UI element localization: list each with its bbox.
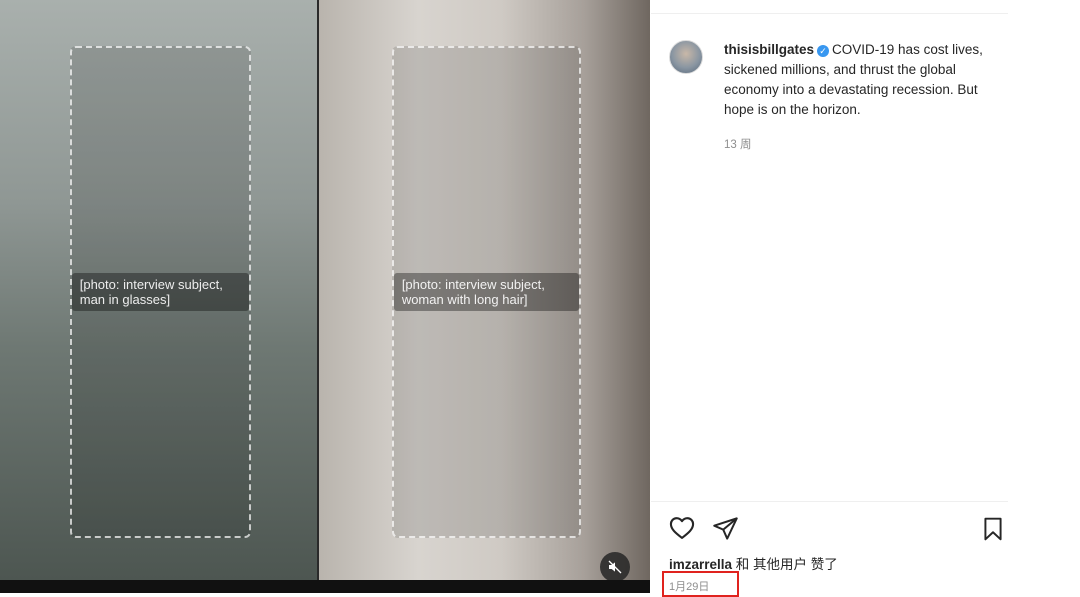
header-divider bbox=[651, 13, 1008, 14]
video-bottom-strip bbox=[0, 580, 650, 593]
video-right-panel: [photo: interview subject, woman with lo… bbox=[319, 0, 650, 580]
speaker-muted-icon bbox=[608, 560, 622, 574]
post-time-ago[interactable]: 13 周 bbox=[724, 136, 752, 152]
heart-icon[interactable] bbox=[668, 514, 696, 542]
post-video[interactable]: [photo: interview subject, man in glasse… bbox=[0, 0, 650, 580]
bookmark-icon[interactable] bbox=[980, 515, 1006, 543]
post-sidebar: thisisbillgates ✓ COVID-19 has cost lives,… bbox=[651, 0, 1008, 597]
left-subject-placeholder: [photo: interview subject, man in glasse… bbox=[69, 46, 252, 538]
username-link[interactable]: thisisbillgates bbox=[724, 42, 814, 57]
right-subject-placeholder: [photo: interview subject, woman with lo… bbox=[391, 46, 582, 538]
send-icon[interactable] bbox=[712, 515, 739, 542]
page-margin bbox=[1008, 0, 1080, 593]
likes-summary-text[interactable]: 和 其他用户 赞了 bbox=[732, 557, 838, 572]
post-date[interactable]: 1月29日 bbox=[669, 578, 709, 594]
likes-summary: imzarrella 和 其他用户 赞了 bbox=[669, 553, 838, 573]
post-caption: thisisbillgates ✓ COVID-19 has cost lives,… bbox=[724, 40, 994, 120]
avatar[interactable] bbox=[669, 40, 703, 74]
actions-divider bbox=[651, 501, 1008, 502]
mute-button[interactable] bbox=[600, 552, 630, 580]
verified-badge-icon: ✓ bbox=[817, 45, 830, 57]
video-left-panel: [photo: interview subject, man in glasse… bbox=[0, 0, 317, 580]
liked-by-user-link[interactable]: imzarrella bbox=[669, 557, 732, 572]
